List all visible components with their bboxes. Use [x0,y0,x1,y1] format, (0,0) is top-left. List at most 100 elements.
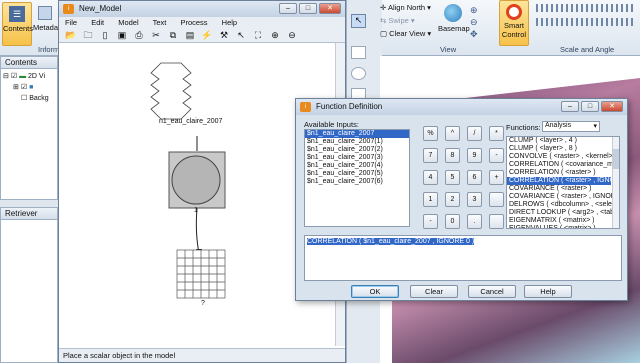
save-icon[interactable]: ▣ [116,30,128,41]
calculator-key[interactable]: - [423,214,438,229]
zoom-in-icon[interactable]: ⊕ [470,4,496,16]
metadata-button[interactable]: Metada [33,2,58,46]
calculator-key[interactable]: 6 [467,170,482,185]
input-item[interactable]: $n1_eau_claire_2007(2) [305,146,409,154]
ok-button[interactable]: OK [351,285,399,298]
vector-tool[interactable] [351,67,366,80]
angle-slider[interactable] [536,18,636,26]
function-item[interactable]: EIGENMATRIX ( <matrix> ) [507,217,611,225]
scroll-thumb[interactable] [613,149,619,169]
calculator-key[interactable]: - [489,148,504,163]
close-button[interactable]: ✕ [601,101,623,112]
input-item[interactable]: $n1_eau_claire_2007(5) [305,170,409,178]
function-item[interactable]: EIGENVALUES ( <matrix> ) [507,225,611,228]
clear-button[interactable]: Clear [410,285,458,298]
cut-icon[interactable]: ✂ [150,30,162,41]
calculator-key[interactable]: % [423,126,438,141]
checkbox-icon[interactable]: ☐ [21,95,27,102]
hammer-icon[interactable]: ⚒ [218,30,230,41]
zoom-out-icon[interactable]: ⊖ [286,30,298,41]
align-north-button[interactable]: ✛ Align North ▾ [380,3,431,12]
available-inputs-list[interactable]: $n1_eau_claire_2007 $n1_eau_claire_2007(1… [304,129,410,227]
zoom-fit-icon[interactable]: ⛶ [252,30,264,41]
calculator-key[interactable]: ^ [445,126,460,141]
menu-help[interactable]: Help [222,18,237,27]
expression-text[interactable]: CORRELATION ( $n1_eau_claire_2007 , IGNO… [307,238,475,245]
help-button[interactable]: Help [524,285,572,298]
function-item[interactable]: CORRELATION ( <covariance_matrix> ) [507,161,619,169]
menu-file[interactable]: File [65,18,77,27]
zoom-in-icon[interactable]: ⊕ [269,30,281,41]
copy-icon[interactable]: ⧉ [167,30,179,41]
close-button[interactable]: ✕ [319,3,341,14]
input-item[interactable]: $n1_eau_claire_2007 [305,130,409,138]
folder-icon[interactable]: 🗀 [82,30,94,41]
pointer-icon[interactable]: ↖ [235,30,247,41]
calculator-key[interactable]: 3 [467,192,482,207]
paste-icon[interactable]: ▤ [184,30,196,41]
function-item[interactable]: CONVOLVE ( <raster> , <kernel> ) [507,153,617,161]
select-arrow-icon[interactable]: ↖ [351,14,366,28]
clear-view-button[interactable]: ▢ Clear View ▾ [380,29,431,38]
checkbox-icon[interactable]: ☑ [21,84,27,91]
calculator-key[interactable]: 0 [445,214,460,229]
minimize-button[interactable]: – [279,3,297,14]
run-icon[interactable]: ⚡ [201,30,213,41]
maximize-button[interactable]: □ [581,101,599,112]
model-canvas[interactable] [59,43,329,348]
function-item[interactable]: CORRELATION ( <raster> , IGNORE < [507,177,619,185]
open-icon[interactable]: 📂 [65,30,77,41]
calculator-key[interactable]: 1 [423,192,438,207]
menu-process[interactable]: Process [180,18,207,27]
function-item[interactable]: DELROWS ( <dbcolumn> , <selectedrows> ) [507,201,619,209]
functions-list[interactable]: CLUMP ( <layer> , 4 ) CLUMP ( <layer> , 8… [506,136,620,229]
calculator-key[interactable]: 4 [423,170,438,185]
collapse-icon[interactable]: ⊟ [3,73,9,80]
calculator-key[interactable]: . [467,214,482,229]
calculator-key[interactable] [489,192,504,207]
calculator-key[interactable]: * [489,126,504,141]
contents-button[interactable]: ☰ Contents [2,2,33,46]
calculator-key[interactable]: 2 [445,192,460,207]
calculator-key[interactable]: 7 [423,148,438,163]
function-item[interactable]: CLUMP ( <layer> , 8 ) [507,145,611,153]
calculator-key[interactable]: / [467,126,482,141]
menu-text[interactable]: Text [153,18,167,27]
tree-item-background[interactable]: ☐ Backg [3,93,55,104]
input-item[interactable]: $n1_eau_claire_2007(3) [305,154,409,162]
matrix-output-node[interactable] [176,249,226,299]
expand-icon[interactable]: ⊞ [13,84,19,91]
function-item[interactable]: COVARIANCE ( <raster> , IGNORE <va [507,193,619,201]
function-item[interactable]: CORRELATION ( <raster> ) [507,169,611,177]
checkbox-icon[interactable]: ☑ [11,73,17,80]
minimize-button[interactable]: – [561,101,579,112]
tree-item-2d-view[interactable]: ⊟ ☑ ▬ 2D Vi [3,71,55,82]
swipe-button[interactable]: ⇆ Swipe ▾ [380,16,415,25]
raster-tool[interactable] [351,46,366,59]
calculator-key[interactable]: 8 [445,148,460,163]
functions-category-select[interactable]: Analysis ▾ [542,121,600,132]
pan-icon[interactable]: ✥ [470,28,496,40]
cancel-button[interactable]: Cancel [468,285,516,298]
menu-model[interactable]: Model [118,18,138,27]
function-item[interactable]: DIRECT LOOKUP ( <arg2> , <table> ) [507,209,619,217]
function-item[interactable]: COVARIANCE ( <raster> ) [507,185,611,193]
functions-scrollbar[interactable] [612,137,619,228]
print-icon[interactable]: ⎙ [133,30,145,41]
function-item[interactable]: CLUMP ( <layer> , 4 ) [507,137,611,145]
input-item[interactable]: $n1_eau_claire_2007(6) [305,178,409,186]
input-item[interactable]: $n1_eau_claire_2007(4) [305,162,409,170]
new-icon[interactable]: ▯ [99,30,111,41]
function-node[interactable] [171,155,221,205]
tree-item-layer[interactable]: ⊞ ☑ ■ [3,82,55,93]
raster-input-node[interactable] [150,62,192,120]
expression-editor[interactable]: CORRELATION ( $n1_eau_claire_2007 , IGNO… [304,235,622,281]
menu-edit[interactable]: Edit [91,18,104,27]
basemap-button[interactable]: Basemap [438,2,470,33]
smart-control-button[interactable]: Smart Control [499,0,529,46]
scale-slider[interactable] [536,4,636,12]
calculator-key[interactable]: + [489,170,504,185]
input-item[interactable]: $n1_eau_claire_2007(1) [305,138,409,146]
zoom-out-icon[interactable]: ⊖ [470,16,496,28]
calculator-key[interactable] [489,214,504,229]
